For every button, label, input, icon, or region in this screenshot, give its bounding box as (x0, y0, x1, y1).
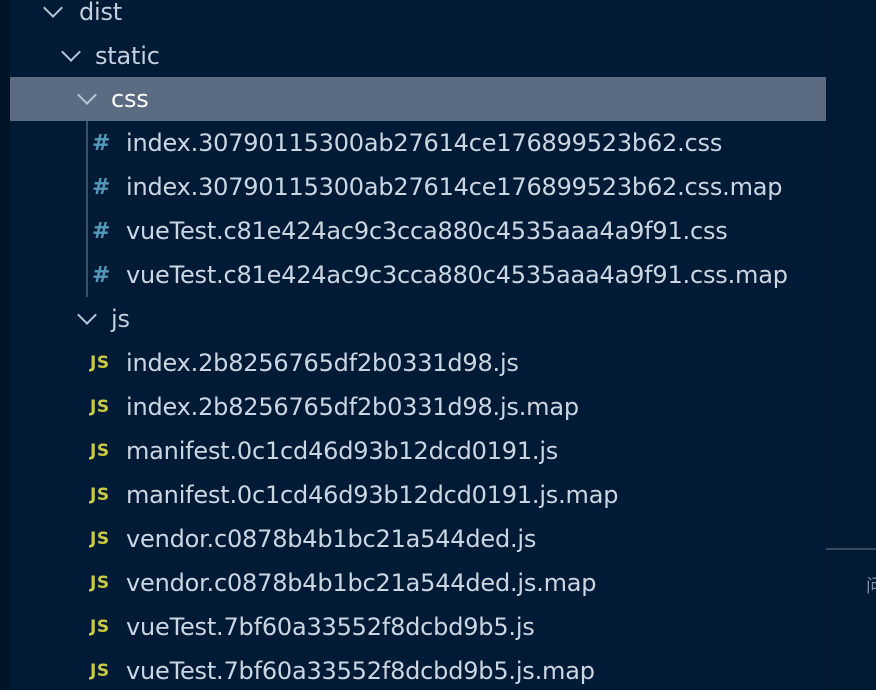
tree-file-css[interactable]: # vueTest.c81e424ac9c3cca880c4535aaa4a9f… (10, 209, 826, 253)
file-label: manifest.0c1cd46d93b12dcd0191.js (126, 437, 559, 465)
left-gutter (0, 0, 10, 690)
js-file-icon: JS (90, 529, 110, 549)
tree-file-js[interactable]: JS vueTest.7bf60a33552f8dcbd9b5.js.map (10, 649, 826, 690)
css-file-icon: # (92, 218, 111, 244)
tree-file-js[interactable]: JS manifest.0c1cd46d93b12dcd0191.js.map (10, 473, 826, 517)
chevron-down-icon (61, 42, 81, 62)
js-file-icon: JS (90, 397, 110, 417)
chevron-down-icon (77, 85, 97, 105)
folder-label: js (111, 305, 130, 333)
css-file-icon: # (92, 130, 111, 156)
tree-file-js[interactable]: JS index.2b8256765df2b0331d98.js (10, 341, 826, 385)
file-label: vendor.c0878b4b1bc21a544ded.js (126, 525, 537, 553)
tree-folder-static[interactable]: static (10, 34, 826, 78)
folder-label: dist (79, 0, 123, 26)
js-file-icon: JS (90, 485, 110, 505)
tree-folder-dist[interactable]: dist (10, 0, 826, 34)
file-label: vueTest.c81e424ac9c3cca880c4535aaa4a9f91… (126, 261, 788, 289)
chevron-down-icon (43, 0, 63, 18)
js-file-icon: JS (90, 661, 110, 681)
css-file-icon: # (92, 262, 111, 288)
tree-file-css[interactable]: # vueTest.c81e424ac9c3cca880c4535aaa4a9f… (10, 253, 826, 297)
file-label: vueTest.7bf60a33552f8dcbd9b5.js (126, 613, 535, 641)
js-file-icon: JS (90, 353, 110, 373)
folder-label: css (111, 85, 149, 113)
tree-folder-css[interactable]: css (10, 77, 826, 121)
js-file-icon: JS (90, 573, 110, 593)
tree-file-js[interactable]: JS index.2b8256765df2b0331d98.js.map (10, 385, 826, 429)
js-file-icon: JS (90, 441, 110, 461)
css-file-icon: # (92, 174, 111, 200)
file-label: index.30790115300ab27614ce176899523b62.c… (126, 129, 723, 157)
file-label: index.2b8256765df2b0331d98.js (126, 349, 519, 377)
panel-divider (826, 548, 876, 550)
file-label: vueTest.7bf60a33552f8dcbd9b5.js.map (126, 657, 595, 685)
file-label: index.30790115300ab27614ce176899523b62.c… (126, 173, 783, 201)
tree-file-js[interactable]: JS vendor.c0878b4b1bc21a544ded.js (10, 517, 826, 561)
panel-text-fragment: 问 (866, 576, 876, 597)
tree-file-js[interactable]: JS vendor.c0878b4b1bc21a544ded.js.map (10, 561, 826, 605)
file-label: vendor.c0878b4b1bc21a544ded.js.map (126, 569, 597, 597)
tree-file-css[interactable]: # index.30790115300ab27614ce176899523b62… (10, 121, 826, 165)
chevron-down-icon (77, 305, 97, 325)
file-label: manifest.0c1cd46d93b12dcd0191.js.map (126, 481, 619, 509)
file-label: vueTest.c81e424ac9c3cca880c4535aaa4a9f91… (126, 217, 728, 245)
file-label: index.2b8256765df2b0331d98.js.map (126, 393, 579, 421)
tree-file-js[interactable]: JS manifest.0c1cd46d93b12dcd0191.js (10, 429, 826, 473)
tree-folder-js[interactable]: js (10, 297, 826, 341)
right-panel: 问 (826, 0, 876, 690)
file-explorer-tree: dist static css # index.30790115300ab276… (10, 0, 826, 690)
folder-label: static (95, 42, 160, 70)
tree-file-js[interactable]: JS vueTest.7bf60a33552f8dcbd9b5.js (10, 605, 826, 649)
js-file-icon: JS (90, 617, 110, 637)
tree-file-css[interactable]: # index.30790115300ab27614ce176899523b62… (10, 165, 826, 209)
